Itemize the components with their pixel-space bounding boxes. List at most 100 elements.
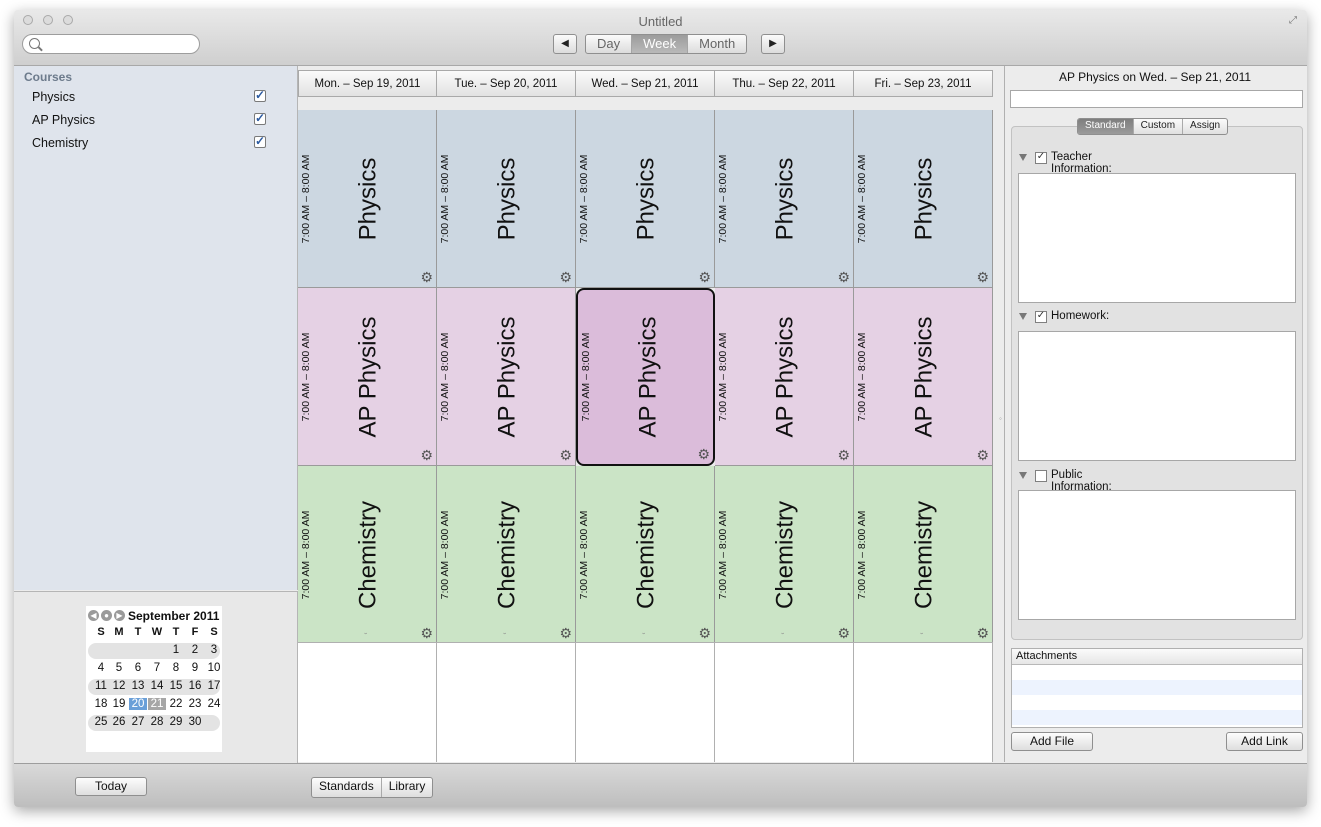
search-field[interactable] [22, 34, 200, 54]
teacher-information-checkbox[interactable]: ✓ [1035, 152, 1047, 164]
course-item-chemistry[interactable]: Chemistry ✓ [32, 134, 272, 152]
calendar-day[interactable]: 30 [186, 716, 204, 728]
empty-day-cell[interactable] [854, 642, 993, 762]
course-block[interactable]: 7:00 AM – 8:00 AM Physics ⚙ [437, 110, 576, 288]
calendar-day[interactable]: 8 [167, 662, 185, 674]
calendar-day[interactable]: 17 [205, 680, 223, 692]
view-week-tab[interactable]: Week [632, 35, 689, 53]
resize-handle-icon[interactable]: ˘ [365, 632, 371, 641]
calendar-day[interactable]: 16 [186, 680, 204, 692]
view-day-tab[interactable]: Day [586, 35, 633, 53]
gear-icon[interactable]: ⚙ [559, 448, 572, 462]
calendar-day[interactable]: 13 [129, 680, 147, 692]
course-block[interactable]: 7:00 AM – 8:00 AM Physics ⚙ [576, 110, 715, 288]
next-button[interactable]: ▶ [761, 34, 785, 54]
course-block[interactable]: 7:00 AM – 8:00 AM AP Physics ⚙ [437, 288, 576, 466]
attachments-list[interactable]: Attachments [1011, 648, 1303, 728]
empty-day-cell[interactable] [715, 642, 854, 762]
calendar-day[interactable]: 20 [129, 698, 147, 710]
calendar-day[interactable]: 29 [167, 716, 185, 728]
public-information-checkbox[interactable] [1035, 470, 1047, 482]
disclosure-triangle-icon[interactable] [1019, 472, 1027, 479]
calendar-day[interactable]: 12 [110, 680, 128, 692]
calendar-day[interactable]: 7 [148, 662, 166, 674]
gear-icon[interactable]: ⚙ [697, 447, 710, 461]
gear-icon[interactable]: ⚙ [559, 270, 572, 284]
course-block[interactable]: 7:00 AM – 8:00 AM AP Physics ⚙ [715, 288, 854, 466]
course-checkbox[interactable]: ✓ [254, 135, 266, 148]
empty-day-cell[interactable] [437, 642, 576, 762]
inspector-title-field[interactable] [1010, 90, 1303, 108]
public-information-text-area[interactable] [1018, 490, 1296, 620]
calendar-day[interactable]: 27 [129, 716, 147, 728]
calendar-day[interactable]: 3 [205, 644, 223, 656]
calendar-day[interactable]: 23 [186, 698, 204, 710]
course-block[interactable]: 7:00 AM – 8:00 AM Chemistry ⚙ [854, 466, 993, 644]
search-input[interactable] [43, 36, 197, 54]
calendar-day[interactable]: 15 [167, 680, 185, 692]
view-month-tab[interactable]: Month [688, 35, 746, 53]
gear-icon[interactable]: ⚙ [559, 626, 572, 640]
teacher-information-text-area[interactable] [1018, 173, 1296, 303]
calendar-day[interactable]: 5 [110, 662, 128, 674]
split-view-handle[interactable]: ◦ [999, 414, 1002, 423]
calendar-day[interactable]: 9 [186, 662, 204, 674]
course-block[interactable]: 7:00 AM – 8:00 AM Physics ⚙ [715, 110, 854, 288]
course-block[interactable]: 7:00 AM – 8:00 AM Chemistry ⚙ [437, 466, 576, 644]
tab-standard[interactable]: Standard [1078, 119, 1134, 134]
calendar-day[interactable]: 6 [129, 662, 147, 674]
course-block[interactable]: 7:00 AM – 8:00 AM Chemistry ⚙ [298, 466, 437, 644]
empty-day-cell[interactable] [576, 642, 715, 762]
resize-handle-icon[interactable]: ˘ [643, 632, 649, 641]
course-checkbox[interactable]: ✓ [254, 89, 266, 102]
gear-icon[interactable]: ⚙ [976, 270, 989, 284]
calendar-day[interactable]: 22 [167, 698, 185, 710]
course-block[interactable]: 7:00 AM – 8:00 AM AP Physics ⚙ [298, 288, 437, 466]
tab-assign[interactable]: Assign [1183, 119, 1227, 134]
calendar-day[interactable]: 21 [148, 698, 166, 710]
gear-icon[interactable]: ⚙ [837, 626, 850, 640]
tab-custom[interactable]: Custom [1134, 119, 1184, 134]
disclosure-triangle-icon[interactable] [1019, 154, 1027, 161]
course-block[interactable]: 7:00 AM – 8:00 AM AP Physics ⚙ [854, 288, 993, 466]
course-item-physics[interactable]: Physics ✓ [32, 88, 272, 106]
disclosure-triangle-icon[interactable] [1019, 313, 1027, 320]
add-file-button[interactable]: Add File [1011, 732, 1093, 751]
calendar-day[interactable]: 14 [148, 680, 166, 692]
gear-icon[interactable]: ⚙ [976, 448, 989, 462]
today-button[interactable]: Today [75, 777, 147, 796]
tab-library[interactable]: Library [382, 778, 433, 797]
calendar-day[interactable]: 1 [167, 644, 185, 656]
resize-handle-icon[interactable]: ˘ [504, 632, 510, 641]
gear-icon[interactable]: ⚙ [420, 270, 433, 284]
gear-icon[interactable]: ⚙ [698, 270, 711, 284]
course-block[interactable]: 7:00 AM – 8:00 AM Chemistry ⚙ [576, 466, 715, 644]
resize-handle-icon[interactable]: ˘ [782, 632, 788, 641]
course-block[interactable]: 7:00 AM – 8:00 AM Chemistry ⚙ [715, 466, 854, 644]
add-link-button[interactable]: Add Link [1226, 732, 1303, 751]
tab-standards[interactable]: Standards [312, 778, 382, 797]
calendar-day[interactable]: 26 [110, 716, 128, 728]
calendar-day[interactable]: 18 [92, 698, 110, 710]
homework-checkbox[interactable]: ✓ [1035, 311, 1047, 323]
next-month-icon[interactable]: ▶ [114, 610, 125, 621]
homework-text-area[interactable] [1018, 331, 1296, 461]
previous-button[interactable]: ◀ [553, 34, 577, 54]
course-block[interactable]: 7:00 AM – 8:00 AM Physics ⚙ [854, 110, 993, 288]
calendar-day[interactable]: 19 [110, 698, 128, 710]
fullscreen-icon[interactable]: ⤢ [1289, 15, 1297, 26]
current-month-icon[interactable]: ● [101, 610, 112, 621]
gear-icon[interactable]: ⚙ [420, 448, 433, 462]
calendar-day[interactable]: 28 [148, 716, 166, 728]
gear-icon[interactable]: ⚙ [837, 448, 850, 462]
calendar-day[interactable]: 10 [205, 662, 223, 674]
calendar-day[interactable]: 2 [186, 644, 204, 656]
course-block[interactable]: 7:00 AM – 8:00 AM Physics ⚙ [298, 110, 437, 288]
previous-month-icon[interactable]: ◀ [88, 610, 99, 621]
calendar-day[interactable]: 11 [92, 680, 110, 692]
course-item-ap-physics[interactable]: AP Physics ✓ [32, 111, 272, 129]
attachments-header[interactable]: Attachments [1012, 649, 1302, 665]
calendar-day[interactable]: 24 [205, 698, 223, 710]
gear-icon[interactable]: ⚙ [837, 270, 850, 284]
course-checkbox[interactable]: ✓ [254, 112, 266, 125]
